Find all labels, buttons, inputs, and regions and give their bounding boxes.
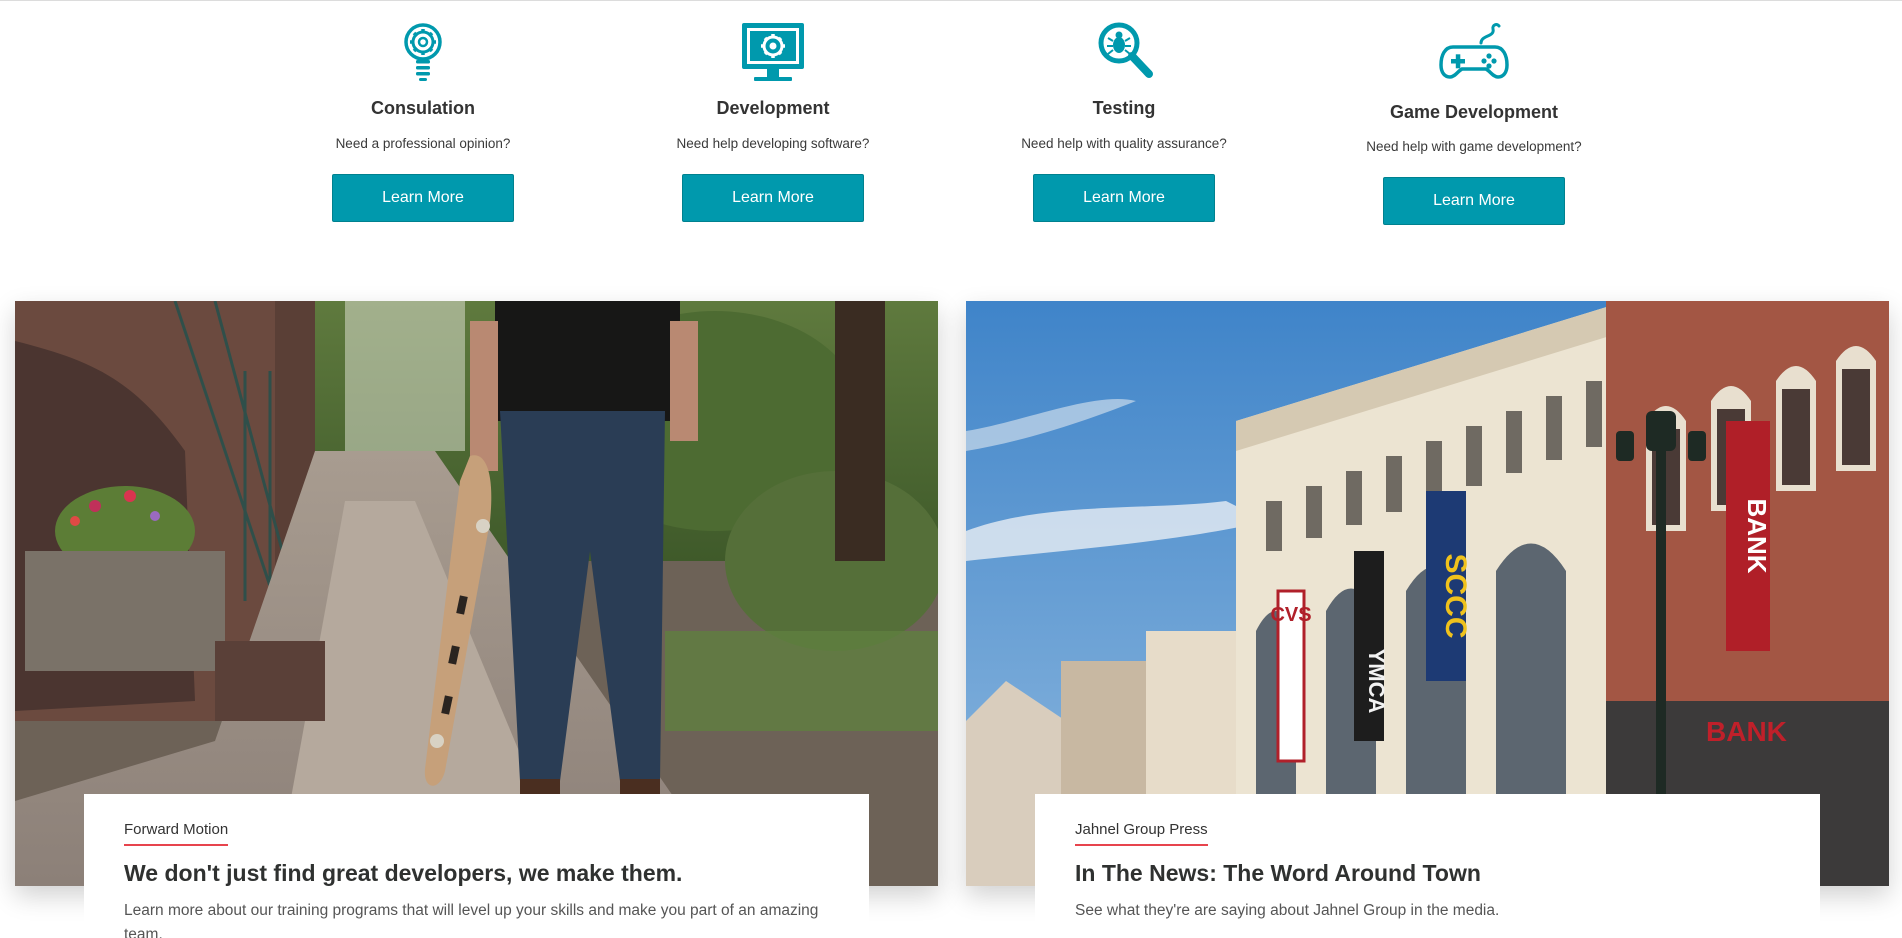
sign-bank-vertical: BANK <box>1742 498 1772 573</box>
monitor-gear-icon <box>736 19 810 85</box>
lightbulb-gear-icon <box>386 19 460 85</box>
service-title: Testing <box>1092 98 1156 118</box>
service-description: Need help with game development? <box>1366 139 1582 154</box>
service-description: Need help developing software? <box>676 136 870 151</box>
feature-kicker[interactable]: Forward Motion <box>124 821 229 846</box>
feature-card-press[interactable]: CVS YMCA SCCC BANK BANK Jahnel Group Pre… <box>966 301 1889 938</box>
feature-card-forward-motion[interactable]: Forward Motion We don't just find great … <box>15 301 938 938</box>
feature-title[interactable]: We don't just find great developers, we … <box>124 860 829 887</box>
sign-cvs: CVS <box>1270 604 1311 626</box>
testing-learn-more-button[interactable]: Learn More <box>1033 174 1215 222</box>
service-title: Development <box>716 98 830 118</box>
sign-sccc: SCCC <box>1439 553 1472 638</box>
service-description: Need help with quality assurance? <box>1021 136 1227 151</box>
sign-ymca: YMCA <box>1364 649 1389 714</box>
service-title: Game Development <box>1389 102 1559 122</box>
gamepad-icon <box>1437 19 1511 85</box>
feature-caption-panel: Jahnel Group Press In The News: The Word… <box>1035 794 1820 938</box>
service-description: Need a professional opinion? <box>335 136 511 151</box>
service-title: Consulation <box>371 98 475 118</box>
feature-description: See what they're are saying about Jahnel… <box>1075 902 1500 919</box>
feature-kicker[interactable]: Jahnel Group Press <box>1075 821 1208 846</box>
game-development-learn-more-button[interactable]: Learn More <box>1383 177 1565 225</box>
feature-caption-panel: Forward Motion We don't just find great … <box>84 794 869 938</box>
services-section: Consulation Need a professional opinion?… <box>0 0 1902 240</box>
feature-title[interactable]: In The News: The Word Around Town <box>1075 860 1780 887</box>
development-learn-more-button[interactable]: Learn More <box>682 174 864 222</box>
consultation-learn-more-button[interactable]: Learn More <box>332 174 514 222</box>
magnifier-bug-icon <box>1087 19 1161 85</box>
sign-bank-storefront: BANK <box>1706 716 1787 747</box>
feature-description: Learn more about our training programs t… <box>124 902 819 938</box>
